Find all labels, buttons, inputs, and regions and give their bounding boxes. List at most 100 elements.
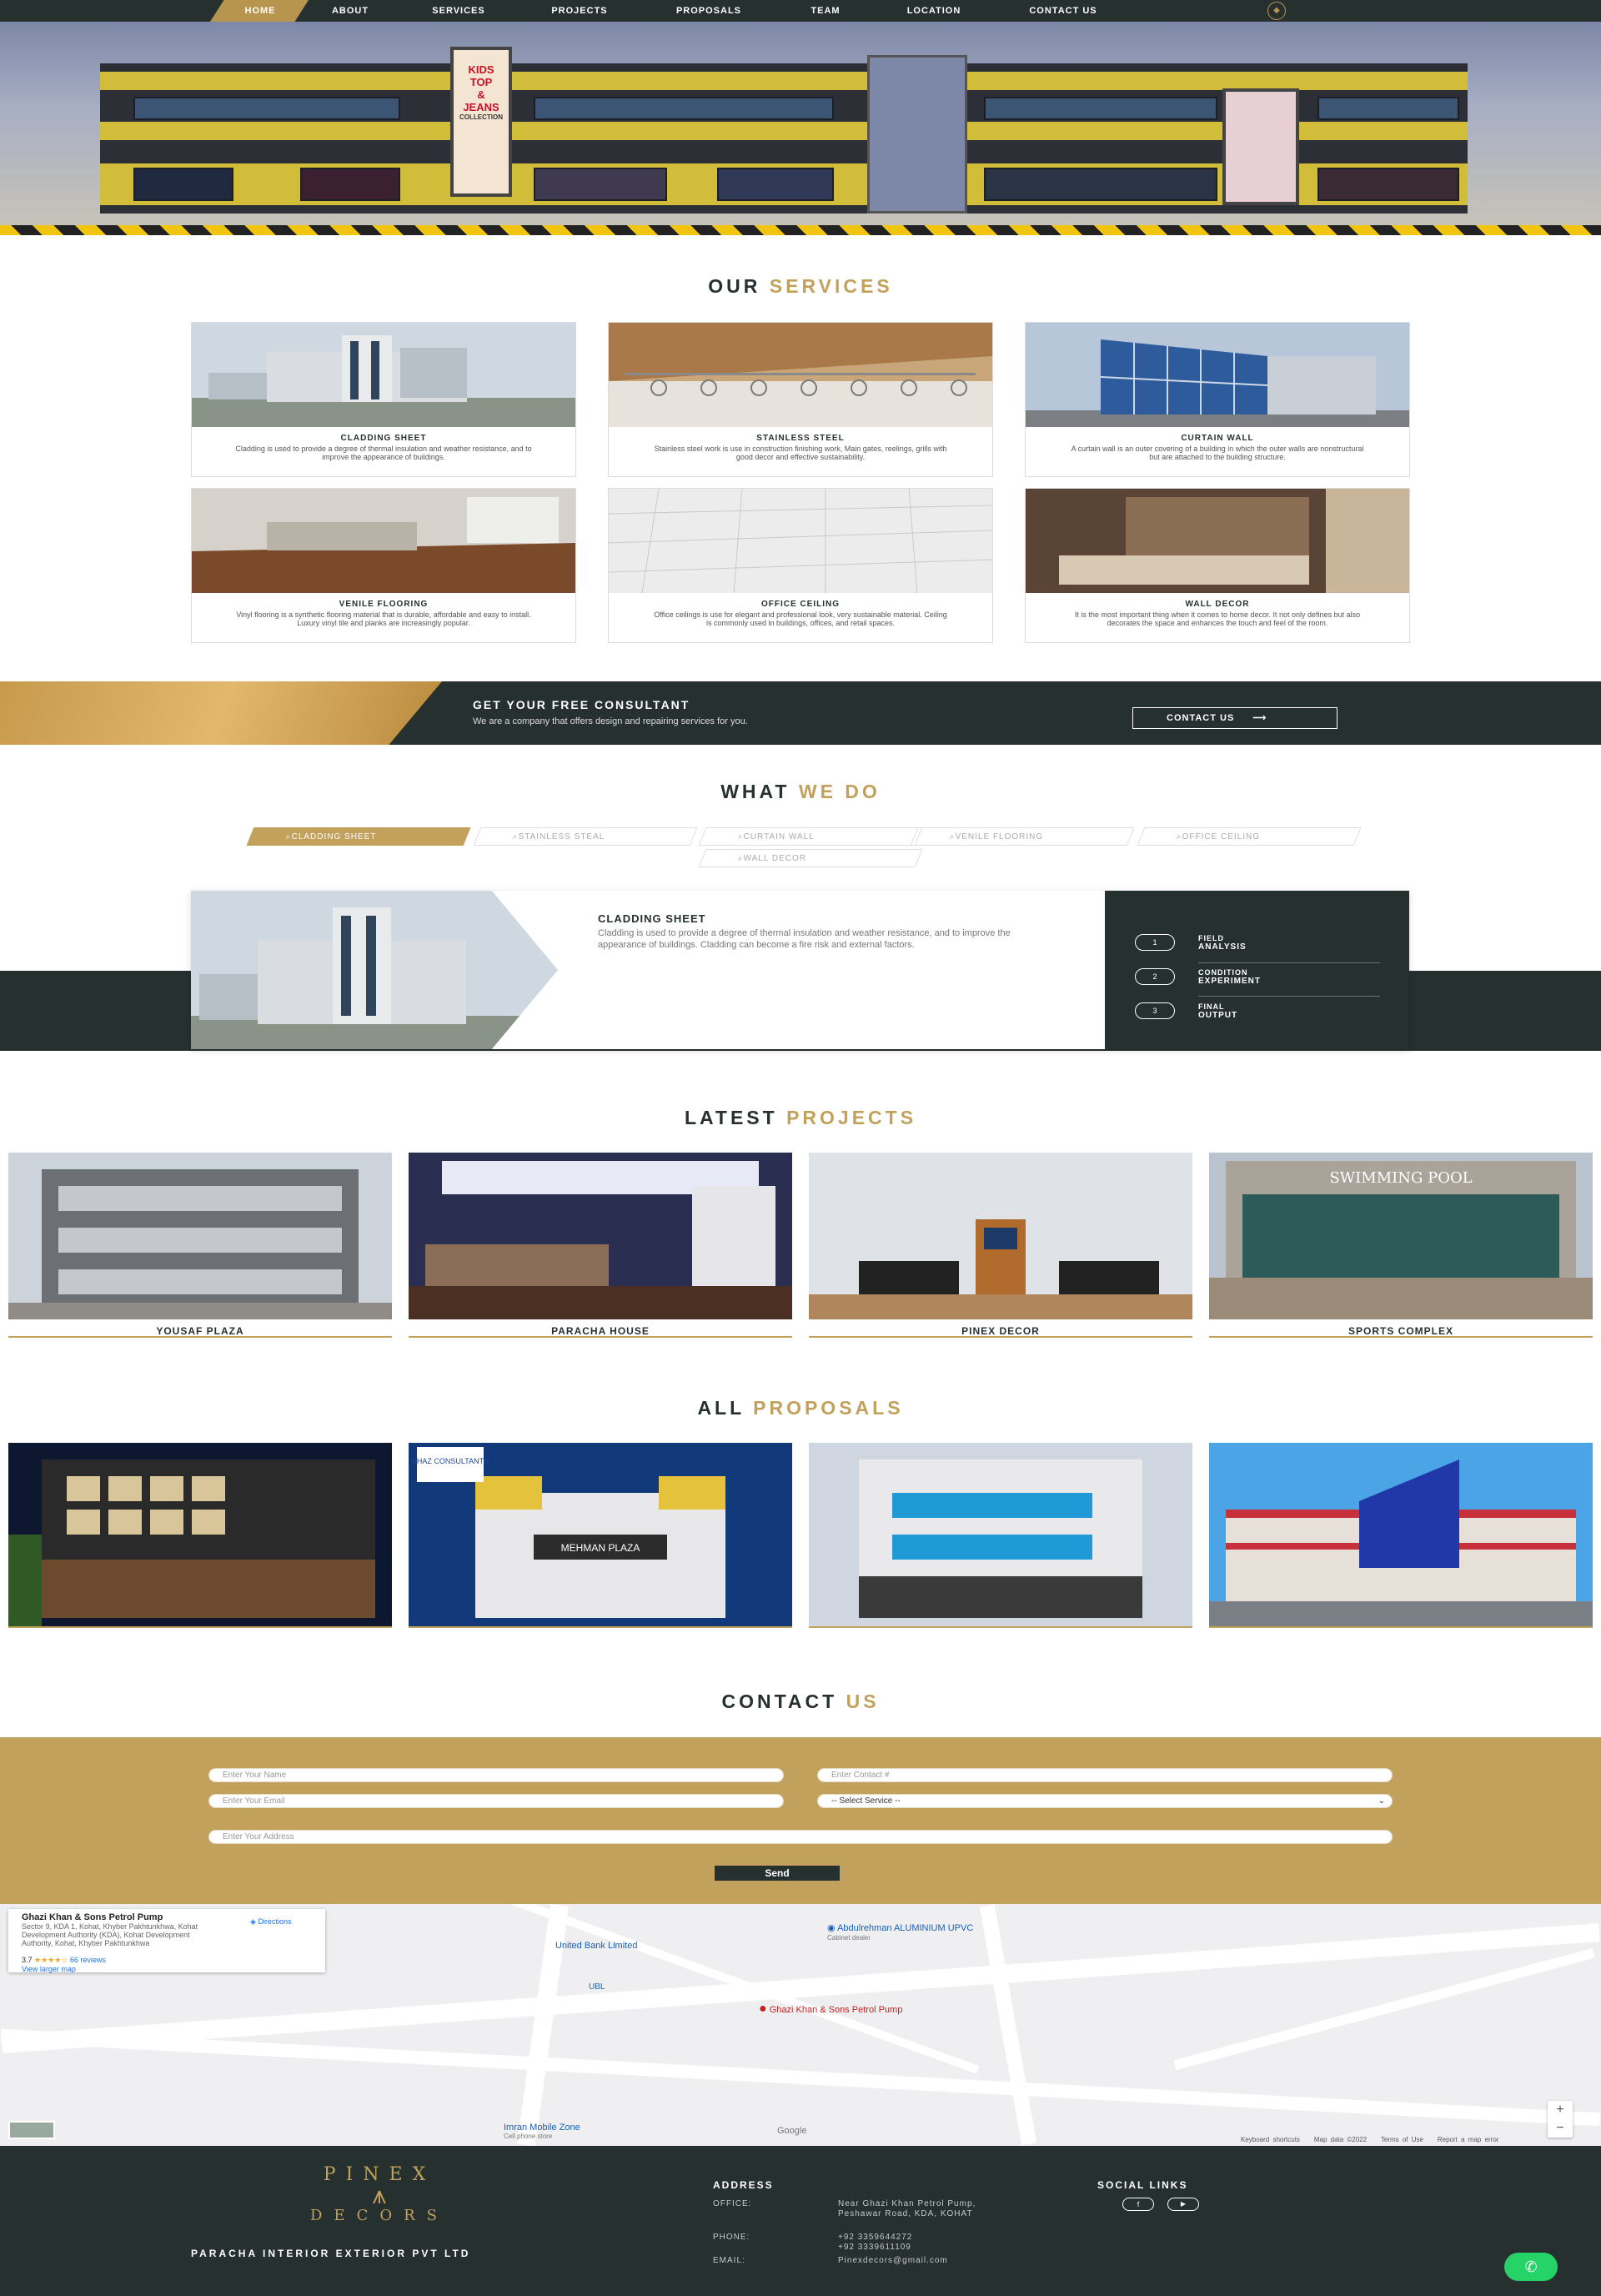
nav-logo-icon[interactable]: ◆ (1267, 2, 1286, 20)
map-rating: 3.7 (22, 1956, 33, 1964)
proposals-title-accent: PROPOSALS (753, 1397, 904, 1419)
map-poi-text: Imran Mobile Zone (504, 2123, 580, 2133)
tab-label: VENILE FLOORING (955, 832, 1043, 842)
proposals-title: ALL PROPOSALS (0, 1397, 1601, 1419)
tab-label: STAINLESS STEAL (518, 832, 605, 842)
step-divider (1198, 962, 1380, 963)
project-label: PINEX DECOR (961, 1325, 1040, 1337)
google-logo: Google (777, 2126, 807, 2136)
service-select[interactable]: -- Select Service -- ⌄ (817, 1794, 1393, 1808)
project-card[interactable]: PARACHA HOUSE (409, 1153, 792, 1338)
tab-wall-decor[interactable]: ⌕ WALL DECOR (698, 849, 923, 867)
map-poi-sub: Cell phone store (504, 2133, 553, 2140)
map-reviews-link[interactable]: 66 reviews (70, 1956, 106, 1964)
phone-value[interactable]: +92 3339611109 (838, 2243, 911, 2252)
phone-value[interactable]: +92 3359644272 (838, 2233, 912, 2242)
nav-home[interactable]: HOME (218, 0, 302, 22)
tab-office-ceiling[interactable]: ⌕ OFFICE CEILING (1137, 827, 1362, 846)
contact-us-button[interactable]: CONTACT US ⟶ (1132, 707, 1338, 729)
whatwedo-steps: 1 FIELD ANALYSIS 2 CONDITION EXPERIMENT … (1105, 891, 1409, 1049)
service-title: CURTAIN WALL (1181, 434, 1254, 443)
search-icon: ⌕ (512, 832, 519, 842)
services-title-main: OUR (708, 275, 761, 297)
contact-title-main: CONTACT (721, 1691, 838, 1712)
step-number: 2 (1135, 968, 1175, 985)
facebook-icon[interactable]: f (1122, 2198, 1154, 2211)
service-desc: Vinyl flooring is a synthetic flooring m… (236, 610, 531, 627)
hero-shop-window (717, 168, 834, 201)
service-title: VENILE FLOORING (339, 600, 429, 609)
nav-projects[interactable]: PROJECTS (525, 0, 634, 22)
satellite-toggle[interactable] (8, 2121, 55, 2139)
zoom-in-icon[interactable]: + (1548, 2101, 1573, 2119)
directions-link[interactable]: ◈ Directions (250, 1917, 291, 1927)
location-map[interactable]: Ghazi Khan & Sons Petrol Pump Sector 9, … (0, 1904, 1601, 2146)
tab-cladding-sheet[interactable]: ⌕ CLADDING SHEET (246, 827, 471, 846)
tab-stainless-steal[interactable]: ⌕ STAINLESS STEAL (473, 827, 698, 846)
service-card[interactable]: CURTAIN WALL A curtain wall is an outer … (1025, 322, 1410, 477)
service-card[interactable]: OFFICE CEILING Office ceilings is use fo… (608, 488, 993, 643)
services-title-accent: SERVICES (769, 275, 893, 297)
hero-floor-band (100, 72, 1468, 90)
proposal-card[interactable] (809, 1443, 1192, 1628)
map-poi-label[interactable]: Imran Mobile Zone Cell phone store (504, 2123, 580, 2140)
search-icon: ⌕ (737, 854, 744, 863)
proposals-title-main: ALL (697, 1397, 745, 1419)
map-info-card: Ghazi Khan & Sons Petrol Pump Sector 9, … (8, 1909, 325, 1973)
contact-number-input[interactable]: Enter Contact # (817, 1768, 1393, 1782)
tab-curtain-wall[interactable]: ⌕ CURTAIN WALL (698, 827, 923, 846)
contact-us-button-label: CONTACT US (1167, 713, 1235, 723)
nav-location[interactable]: LOCATION (884, 0, 984, 22)
arrow-right-icon: ⟶ (1252, 713, 1267, 723)
youtube-icon[interactable]: ▶ (1167, 2198, 1199, 2211)
service-card[interactable]: STAINLESS STEEL Stainless steel work is … (608, 322, 993, 477)
map-poi-sub: Cabinet dealer (827, 1934, 871, 1942)
pin-icon: ◉ (827, 1923, 836, 1933)
service-card[interactable]: CLADDING SHEET Cladding is used to provi… (191, 322, 576, 477)
tab-venile-flooring[interactable]: ⌕ VENILE FLOORING (910, 827, 1135, 846)
whatsapp-icon[interactable]: ✆ (1504, 2253, 1558, 2281)
hero-banner: KIDS TOP & JEANS COLLECTION (0, 22, 1601, 235)
map-poi-label[interactable]: UBL (589, 1982, 605, 1992)
project-card[interactable]: YOUSAF PLAZA (8, 1153, 392, 1338)
nav-services[interactable]: SERVICES (409, 0, 509, 22)
map-footer-link[interactable]: Keyboard shortcuts (1241, 2136, 1300, 2143)
project-card[interactable]: PINEX DECOR (809, 1153, 1192, 1338)
proposal-card[interactable]: MEHMAN PLAZA SHAZ CONSULTANTS (409, 1443, 792, 1628)
projects-title-main: LATEST (684, 1107, 778, 1128)
footer-logo-bottom: DECORS (310, 2207, 449, 2224)
service-card[interactable]: VENILE FLOORING Vinyl flooring is a synt… (191, 488, 576, 643)
project-image (809, 1153, 1192, 1319)
zoom-controls[interactable]: + − (1548, 2101, 1573, 2138)
map-poi-label[interactable]: United Bank Limited (555, 1941, 637, 1951)
project-card[interactable]: SWIMMING POOL SPORTS COMPLEX (1209, 1153, 1593, 1338)
map-main-marker[interactable]: ● Ghazi Khan & Sons Petrol Pump (759, 2002, 909, 2016)
map-footer-link[interactable]: Report a map error (1438, 2136, 1499, 2143)
email-input[interactable]: Enter Your Email (208, 1794, 784, 1808)
directions-icon: ◈ (250, 1917, 256, 1926)
nav-contact-us[interactable]: CONTACT US (1001, 0, 1126, 22)
hero-window (1317, 97, 1459, 120)
step-divider (1198, 996, 1380, 997)
view-larger-map-link[interactable]: View larger map (22, 1965, 312, 1973)
nav-team[interactable]: TEAM (784, 0, 867, 22)
nav-proposals[interactable]: PROPOSALS (650, 0, 767, 22)
page: { "colors": {"accent": "#c2a15c", "dark"… (0, 0, 1601, 2296)
name-input[interactable]: Enter Your Name (208, 1768, 784, 1782)
search-icon: ⌕ (737, 832, 744, 842)
zoom-out-icon[interactable]: − (1548, 2119, 1573, 2138)
address-input[interactable]: Enter Your Address (208, 1830, 1393, 1844)
footer-social-title: SOCIAL LINKS (1097, 2179, 1188, 2191)
step-label-1: FIELD (1198, 934, 1224, 942)
email-value[interactable]: Pinexdecors@gmail.com (838, 2256, 948, 2265)
map-poi-label[interactable]: ◉ Abdulrehman ALUMINIUM UPVC Cabinet deal… (827, 1924, 994, 1942)
proposal-card[interactable] (8, 1443, 392, 1628)
project-image (409, 1153, 792, 1319)
service-card[interactable]: WALL DECOR It is the most important thin… (1025, 488, 1410, 643)
proposal-card[interactable] (1209, 1443, 1593, 1628)
map-poi-text: Abdulrehman ALUMINIUM UPVC (837, 1923, 974, 1933)
map-footer-link[interactable]: Terms of Use (1381, 2136, 1423, 2143)
whatwedo-panel: CLADDING SHEET Cladding is used to provi… (191, 891, 1409, 1049)
nav-about[interactable]: ABOUT (309, 0, 392, 22)
send-button[interactable]: Send (715, 1866, 840, 1881)
